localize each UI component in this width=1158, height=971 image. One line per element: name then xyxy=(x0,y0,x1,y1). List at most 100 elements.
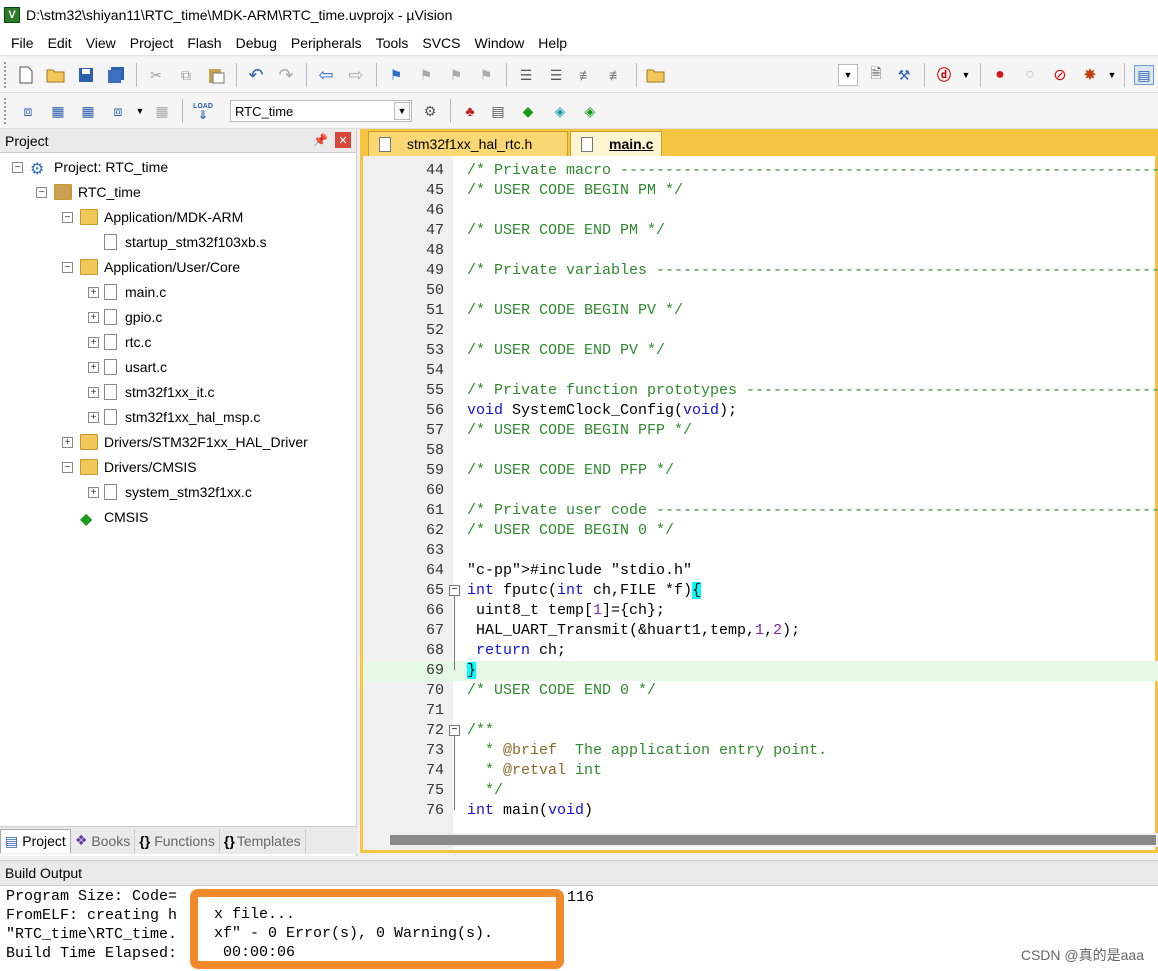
tree-item[interactable]: + stm32f1xx_hal_msp.c xyxy=(88,407,260,427)
chevron-down-icon[interactable]: ▼ xyxy=(394,102,410,120)
collapse-icon[interactable]: − xyxy=(62,261,73,273)
code-line[interactable]: 64 "c-pp">#include "stdio.h" xyxy=(363,561,1158,581)
expand-icon[interactable]: + xyxy=(88,311,99,323)
incremental-find-icon[interactable]: ⚒ xyxy=(894,65,914,85)
menu-project[interactable]: Project xyxy=(123,35,181,51)
toolbar-grip[interactable] xyxy=(4,98,8,124)
code-line[interactable]: 53 /* USER CODE END PV */ xyxy=(363,341,1158,361)
breakpoint-disable-icon[interactable]: ○ xyxy=(1020,65,1040,85)
expand-icon[interactable]: + xyxy=(88,286,99,298)
breakpoint-kill-all-icon[interactable]: ✸ xyxy=(1080,65,1100,85)
menu-view[interactable]: View xyxy=(79,35,123,51)
menu-help[interactable]: Help xyxy=(531,35,574,51)
find-in-files-icon[interactable] xyxy=(646,65,666,85)
tree-item[interactable]: − Drivers/CMSIS xyxy=(62,457,197,477)
code-line[interactable]: 59 /* USER CODE END PFP */ xyxy=(363,461,1158,481)
bookmark-prev-icon[interactable]: ⚑ xyxy=(416,65,436,85)
window-layout-icon[interactable]: ▤ xyxy=(1134,65,1154,85)
code-line[interactable]: 48 xyxy=(363,241,1158,261)
expand-icon[interactable]: + xyxy=(88,361,99,373)
menu-file[interactable]: File xyxy=(4,35,41,51)
code-line[interactable]: 73 * @brief The application entry point. xyxy=(363,741,1158,761)
code-line[interactable]: 55 /* Private function prototypes -------… xyxy=(363,381,1158,401)
tree-item[interactable]: + stm32f1xx_it.c xyxy=(88,382,214,402)
code-line[interactable]: 61 /* Private user code -----------------… xyxy=(363,501,1158,521)
pin-icon[interactable]: 📌 xyxy=(313,133,328,147)
editor-horizontal-scrollbar[interactable] xyxy=(390,833,1158,847)
toolbar-grip[interactable] xyxy=(4,62,8,88)
code-line[interactable]: 46 xyxy=(363,201,1158,221)
code-line[interactable]: 50 xyxy=(363,281,1158,301)
menu-window[interactable]: Window xyxy=(468,35,532,51)
breakpoint-insert-icon[interactable]: ● xyxy=(990,65,1010,85)
navigate-back-icon[interactable]: ⇦ xyxy=(316,65,336,85)
download-load-icon[interactable]: LOAD ⇓ xyxy=(190,101,216,121)
tab-stm32f1xx-hal-rtc-h[interactable]: stm32f1xx_hal_rtc.h xyxy=(368,131,568,156)
tab-main-c[interactable]: main.c xyxy=(570,131,662,156)
tree-item[interactable]: startup_stm32f103xb.s xyxy=(104,232,267,252)
translate-icon[interactable]: ⧈ xyxy=(18,101,38,121)
code-line[interactable]: 66 uint8_t temp[1]={ch}; xyxy=(363,601,1158,621)
debug-session-icon[interactable]: ⓓ xyxy=(934,65,954,85)
code-line[interactable]: 51 /* USER CODE BEGIN PV */ xyxy=(363,301,1158,321)
tree-item[interactable]: ◆ CMSIS xyxy=(80,507,148,528)
find-combo-dropdown[interactable]: ▼ xyxy=(838,64,858,86)
batch-build-dropdown-icon[interactable]: ▼ xyxy=(130,101,150,121)
tree-item[interactable]: + gpio.c xyxy=(88,307,162,327)
manage-components-icon[interactable]: ♣ xyxy=(460,101,480,121)
code-line[interactable]: 68 return ch; xyxy=(363,641,1158,661)
code-line[interactable]: 75 */ xyxy=(363,781,1158,801)
collapse-icon[interactable]: − xyxy=(62,461,73,473)
cut-icon[interactable]: ✂ xyxy=(146,65,166,85)
menu-edit[interactable]: Edit xyxy=(41,35,79,51)
collapse-icon[interactable]: − xyxy=(12,161,23,173)
code-line[interactable]: 54 xyxy=(363,361,1158,381)
bookmark-set-icon[interactable]: ⚑ xyxy=(386,65,406,85)
debug-dropdown-icon[interactable]: ▼ xyxy=(956,65,976,85)
navigate-forward-icon[interactable]: ⇨ xyxy=(346,65,366,85)
code-line[interactable]: 44 /* Private macro ---------------------… xyxy=(363,161,1158,181)
tree-item[interactable]: − Application/MDK-ARM xyxy=(62,207,243,227)
code-line[interactable]: 58 xyxy=(363,441,1158,461)
tree-item[interactable]: − RTC_time xyxy=(36,182,141,202)
fold-icon[interactable]: − xyxy=(449,585,460,596)
target-options-icon[interactable]: ⚙ xyxy=(420,101,440,121)
bookmark-next-icon[interactable]: ⚑ xyxy=(446,65,466,85)
code-line[interactable]: 72−/** xyxy=(363,721,1158,741)
code-line[interactable]: 62 /* USER CODE BEGIN 0 */ xyxy=(363,521,1158,541)
undo-icon[interactable]: ↶ xyxy=(246,65,266,85)
expand-icon[interactable]: + xyxy=(62,436,73,448)
menu-tools[interactable]: Tools xyxy=(369,35,416,51)
tree-item[interactable]: + Drivers/STM32F1xx_HAL_Driver xyxy=(62,432,308,452)
build-icon[interactable]: ▦ xyxy=(48,101,68,121)
menu-debug[interactable]: Debug xyxy=(229,35,284,51)
tree-item[interactable]: + main.c xyxy=(88,282,166,302)
stop-build-icon[interactable]: ▦ xyxy=(152,101,172,121)
code-line[interactable]: 63 xyxy=(363,541,1158,561)
bookmark-clear-icon[interactable]: ⚑ xyxy=(476,65,496,85)
expand-icon[interactable]: + xyxy=(88,411,99,423)
find-icon[interactable]: 🗎 xyxy=(866,65,886,85)
code-line[interactable]: 70 /* USER CODE END 0 */ xyxy=(363,681,1158,701)
expand-icon[interactable]: + xyxy=(88,486,99,498)
uncomment-icon[interactable]: ≢ xyxy=(606,65,626,85)
tab-functions[interactable]: {} Functions xyxy=(135,828,220,853)
expand-icon[interactable]: + xyxy=(88,336,99,348)
code-line[interactable]: 47 /* USER CODE END PM */ xyxy=(363,221,1158,241)
redo-icon[interactable]: ↷ xyxy=(276,65,296,85)
tree-item[interactable]: + system_stm32f1xx.c xyxy=(88,482,252,502)
code-line[interactable]: 69} xyxy=(363,661,1158,681)
run-time-environment-icon[interactable]: ◆ xyxy=(518,101,538,121)
unindent-icon[interactable]: ☰ xyxy=(546,65,566,85)
copy-icon[interactable]: ⧉ xyxy=(176,65,196,85)
tab-books[interactable]: ❖ Books xyxy=(71,828,136,853)
tab-project[interactable]: ▤ Project xyxy=(0,828,71,853)
fold-icon[interactable]: − xyxy=(449,725,460,736)
menu-svcs[interactable]: SVCS xyxy=(415,35,467,51)
menu-peripherals[interactable]: Peripherals xyxy=(284,35,369,51)
scrollbar-thumb[interactable] xyxy=(390,835,1156,845)
code-line[interactable]: 60 xyxy=(363,481,1158,501)
open-folder-icon[interactable] xyxy=(46,65,66,85)
indent-icon[interactable]: ☰ xyxy=(516,65,536,85)
breakpoint-dropdown-icon[interactable]: ▼ xyxy=(1102,65,1122,85)
